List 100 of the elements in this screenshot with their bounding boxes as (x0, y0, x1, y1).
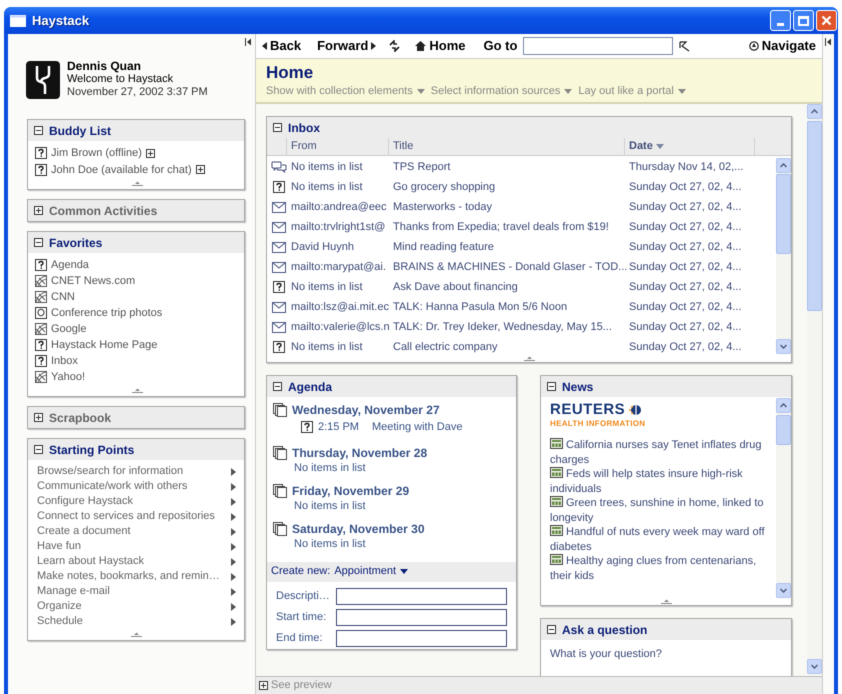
day-heading[interactable]: Friday, November 29 (292, 482, 410, 500)
favorite-link[interactable]: Conference trip photos (51, 304, 162, 322)
collapse-pane-icon[interactable] (825, 38, 832, 46)
expand-icon[interactable] (34, 206, 43, 215)
panel-header[interactable]: Agenda (267, 376, 516, 397)
back-button[interactable]: Back (262, 36, 302, 56)
favorite-link[interactable]: CNET News.com (51, 272, 136, 290)
go-to-field[interactable] (523, 37, 674, 55)
scroll-thumb[interactable] (776, 174, 791, 254)
menu-item[interactable]: Learn about Haystack (37, 554, 236, 569)
from-cell-text: No items in list (291, 160, 364, 175)
collapse-icon[interactable] (273, 382, 282, 391)
text-field[interactable] (336, 588, 507, 604)
menu-item[interactable]: Schedule (37, 614, 236, 629)
expand-icon[interactable] (196, 165, 205, 174)
collapse-icon[interactable] (273, 123, 282, 132)
favorite-link[interactable]: Google (51, 320, 86, 338)
forward-button[interactable]: Forward (317, 36, 376, 56)
collapse-pane-icon[interactable] (245, 38, 252, 46)
web-page-icon (35, 371, 47, 383)
panel-header[interactable]: Starting Points (28, 439, 244, 460)
expand-icon[interactable] (146, 148, 155, 158)
favorite-link[interactable]: Inbox (51, 352, 78, 370)
inbox-row[interactable]: David Huynh Mind reading feature Sunday Oct 27, 02, 4... (267, 237, 776, 257)
menu-item[interactable]: Have fun (37, 539, 236, 554)
scroll-thumb[interactable] (807, 121, 822, 311)
inbox-row[interactable]: mailto:andrea@eec Masterworks - today Sunday Oct 27, 02, 4... (267, 197, 776, 217)
date-time: November 27, 2002 3:37 PM (67, 86, 208, 99)
scroll-thumb[interactable] (776, 415, 791, 445)
favorite-link[interactable]: Yahoo! (51, 368, 86, 386)
buddy-name[interactable]: John Doe (available for chat) (51, 162, 192, 178)
minimize-button[interactable] (770, 10, 791, 31)
collapse-icon[interactable] (34, 238, 43, 247)
menu-item[interactable]: Organize (37, 599, 236, 614)
menu-item[interactable]: Manage e-mail (37, 584, 236, 599)
panel-header[interactable]: Buddy List (28, 120, 244, 141)
favorite-link[interactable]: Haystack Home Page (51, 336, 158, 354)
inbox-row[interactable]: mailto:trvlright1st@ Thanks from Expedia; travel deals from $19! Sunday Oct 27, 02, 4... (267, 217, 776, 237)
calendar-pages-icon (273, 484, 287, 498)
column-header[interactable]: Title (389, 138, 625, 155)
inbox-row[interactable]: mailto:marypat@ai. BRAINS & MACHINES - Donald Glaser - TOD...Sunday Oct 27, 02, 4... (267, 257, 776, 277)
menu-item[interactable]: Configure Haystack (37, 494, 236, 509)
favorite-link[interactable]: CNN (51, 288, 75, 306)
vertical-scrollbar[interactable] (776, 158, 791, 354)
inbox-row[interactable]: mailto:lsz@ai.mit.ec TALK: Hanna Pasula Mon 5/6 Noon Sunday Oct 27, 02, 4... (267, 297, 776, 317)
inbox-row[interactable]: No items in list Go grocery shopping Sunday Oct 27, 02, 4... (267, 177, 776, 197)
go-arrow-icon[interactable] (679, 40, 690, 52)
news-headline[interactable]: Healthy aging clues from centenarians, their kids (550, 554, 772, 583)
sort-caret-icon (656, 144, 664, 149)
favorite-link[interactable]: Agenda (51, 256, 89, 274)
text-field[interactable] (336, 630, 507, 646)
navigate-button[interactable]: Navigate (748, 36, 816, 56)
resize-grip-icon[interactable] (132, 181, 143, 187)
appointment-title[interactable]: Meeting with Dave (372, 419, 462, 436)
inbox-row[interactable]: No items in list Call electric company Sunday Oct 27, 02, 4... (267, 337, 776, 357)
from-cell-text: mailto:marypat@ai. (291, 260, 387, 275)
menu-item[interactable]: Connect to services and repositories (37, 509, 236, 524)
close-button[interactable] (816, 10, 837, 31)
collapse-icon[interactable] (34, 445, 43, 454)
item-type-dropdown[interactable]: Appointment (334, 563, 408, 580)
maximize-button[interactable] (793, 10, 814, 31)
resize-grip-icon[interactable] (132, 388, 143, 394)
day-heading[interactable]: Saturday, November 30 (292, 520, 424, 538)
resize-grip-icon[interactable] (524, 356, 534, 362)
resize-grip-icon[interactable] (660, 599, 672, 605)
panel-header[interactable]: Favorites (28, 232, 244, 253)
refresh-icon[interactable] (388, 40, 402, 52)
day-heading[interactable]: Thursday, November 28 (292, 444, 428, 462)
calendar-pages-icon (273, 403, 287, 417)
menu-item[interactable]: Make notes, bookmarks, and remin… (37, 569, 236, 584)
collapse-icon[interactable] (34, 126, 43, 135)
news-headline[interactable]: Handful of nuts every week may ward off diabetes (550, 525, 772, 554)
home-button[interactable]: Home (415, 36, 466, 56)
collapse-icon[interactable] (547, 625, 556, 634)
news-headline[interactable]: California nurses say Tenet inflates drug charges (550, 438, 772, 467)
inbox-row[interactable]: mailto:valerie@lcs.n TALK: Dr. Trey Ideker, Wednesday, May 15... Sunday Oct 27, 02, 4... (267, 317, 776, 337)
panel-header[interactable]: News (541, 376, 791, 397)
expand-preview-icon[interactable] (259, 681, 268, 690)
buddy-name[interactable]: Jim Brown (offline) (51, 145, 142, 162)
vertical-scrollbar[interactable] (776, 398, 791, 598)
menu-item[interactable]: Communicate/work with others (37, 479, 236, 494)
text-field[interactable] (336, 608, 507, 626)
column-header[interactable]: From (287, 138, 389, 155)
news-headline[interactable]: Green trees, sunshine in home, linked to longevity (550, 496, 772, 525)
panel-header[interactable]: Scrapbook (28, 407, 244, 428)
collapse-icon[interactable] (547, 382, 556, 391)
news-headline[interactable]: Feds will help states insure high-risk individuals (550, 467, 772, 496)
panel-header[interactable]: Common Activities (28, 200, 244, 221)
expand-icon[interactable] (34, 413, 43, 422)
day-heading[interactable]: Wednesday, November 27 (292, 401, 440, 419)
vertical-scrollbar[interactable] (807, 104, 822, 674)
column-header[interactable]: Date (625, 138, 755, 155)
inbox-row[interactable]: No items in list Ask Dave about financing Sunday Oct 27, 02, 4... (267, 277, 776, 297)
menu-item[interactable]: Create a document (37, 524, 236, 539)
inbox-row[interactable]: No items in list TPS Report Thursday Nov 14, 02,... (267, 157, 776, 177)
panel-header[interactable]: Inbox (267, 117, 791, 138)
go-to-label: Go to (484, 37, 518, 56)
panel-header[interactable]: Ask a question (541, 619, 791, 640)
menu-item[interactable]: Browse/search for information (37, 464, 236, 479)
resize-grip-icon[interactable] (131, 632, 142, 638)
